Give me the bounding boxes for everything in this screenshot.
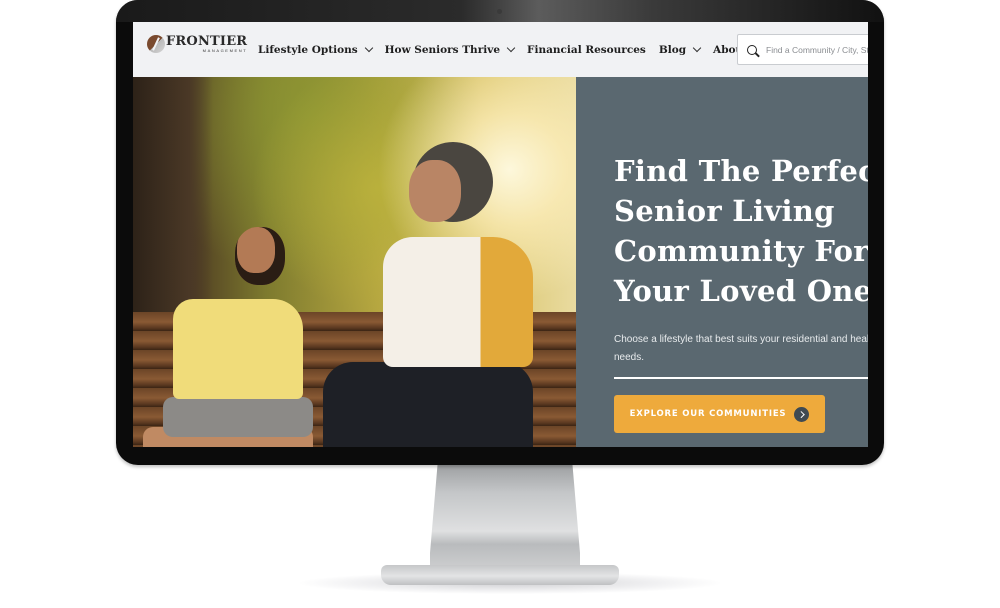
headline-line: Senior Living <box>614 194 835 228</box>
nav-item-blog[interactable]: Blog <box>658 43 702 56</box>
hero-subtext: Choose a lifestyle that best suits your … <box>614 334 868 363</box>
site-header: FRONTIER MANAGEMENT Lifestyle Options Ho… <box>133 22 868 77</box>
logo-name: FRONTIER <box>166 34 248 49</box>
headline-line: Community For <box>614 234 868 268</box>
woman-pants <box>323 362 533 447</box>
community-search-input[interactable] <box>764 43 868 56</box>
nav-item-lifestyle-options[interactable]: Lifestyle Options <box>258 43 373 56</box>
monitor-stand-base <box>381 565 619 585</box>
community-search <box>737 34 868 65</box>
woman-face <box>409 160 461 222</box>
headline-line: Your Loved One <box>614 274 868 308</box>
monitor-frame: FRONTIER MANAGEMENT Lifestyle Options Ho… <box>116 0 884 465</box>
woman-top <box>383 237 533 367</box>
chevron-right-circle-icon <box>794 406 810 422</box>
logo-mark-icon <box>147 35 165 53</box>
nav-item-how-seniors-thrive[interactable]: How Seniors Thrive <box>384 43 516 56</box>
nav-item-financial-resources[interactable]: Financial Resources <box>527 44 646 56</box>
grandmother-figure <box>323 142 543 447</box>
nav-label: How Seniors Thrive <box>384 43 500 56</box>
boy-shorts <box>163 397 313 437</box>
hero-section: Find The Perfect Senior Living Community… <box>133 77 868 447</box>
hero-panel: Find The Perfect Senior Living Community… <box>576 77 868 447</box>
nav-label: Financial Resources <box>527 43 646 56</box>
main-nav: Lifestyle Options How Seniors Thrive Fin… <box>258 22 794 77</box>
logo-tagline: MANAGEMENT <box>202 48 248 53</box>
headline-line: Find The Perfect <box>614 154 868 188</box>
nav-label: Blog <box>658 43 687 56</box>
logo-text: FRONTIER MANAGEMENT <box>166 35 247 53</box>
cta-label: EXPLORE OUR COMMUNITIES <box>629 409 787 419</box>
hero-headline: Find The Perfect Senior Living Community… <box>614 151 868 311</box>
website-screen: FRONTIER MANAGEMENT Lifestyle Options Ho… <box>133 22 868 447</box>
divider <box>614 377 868 379</box>
boy-figure <box>143 227 313 447</box>
boy-head <box>235 227 285 285</box>
camera-icon <box>497 9 502 14</box>
search-icon[interactable] <box>747 44 757 55</box>
nav-label: Lifestyle Options <box>258 43 358 56</box>
monitor-stand-neck <box>430 465 580 575</box>
explore-communities-button[interactable]: EXPLORE OUR COMMUNITIES <box>614 395 825 433</box>
chevron-down-icon <box>692 43 702 53</box>
site-logo[interactable]: FRONTIER MANAGEMENT <box>147 35 247 53</box>
hero-photo <box>133 77 576 447</box>
chevron-down-icon <box>364 43 373 53</box>
chevron-down-icon <box>506 43 516 53</box>
boy-shirt <box>173 299 303 399</box>
